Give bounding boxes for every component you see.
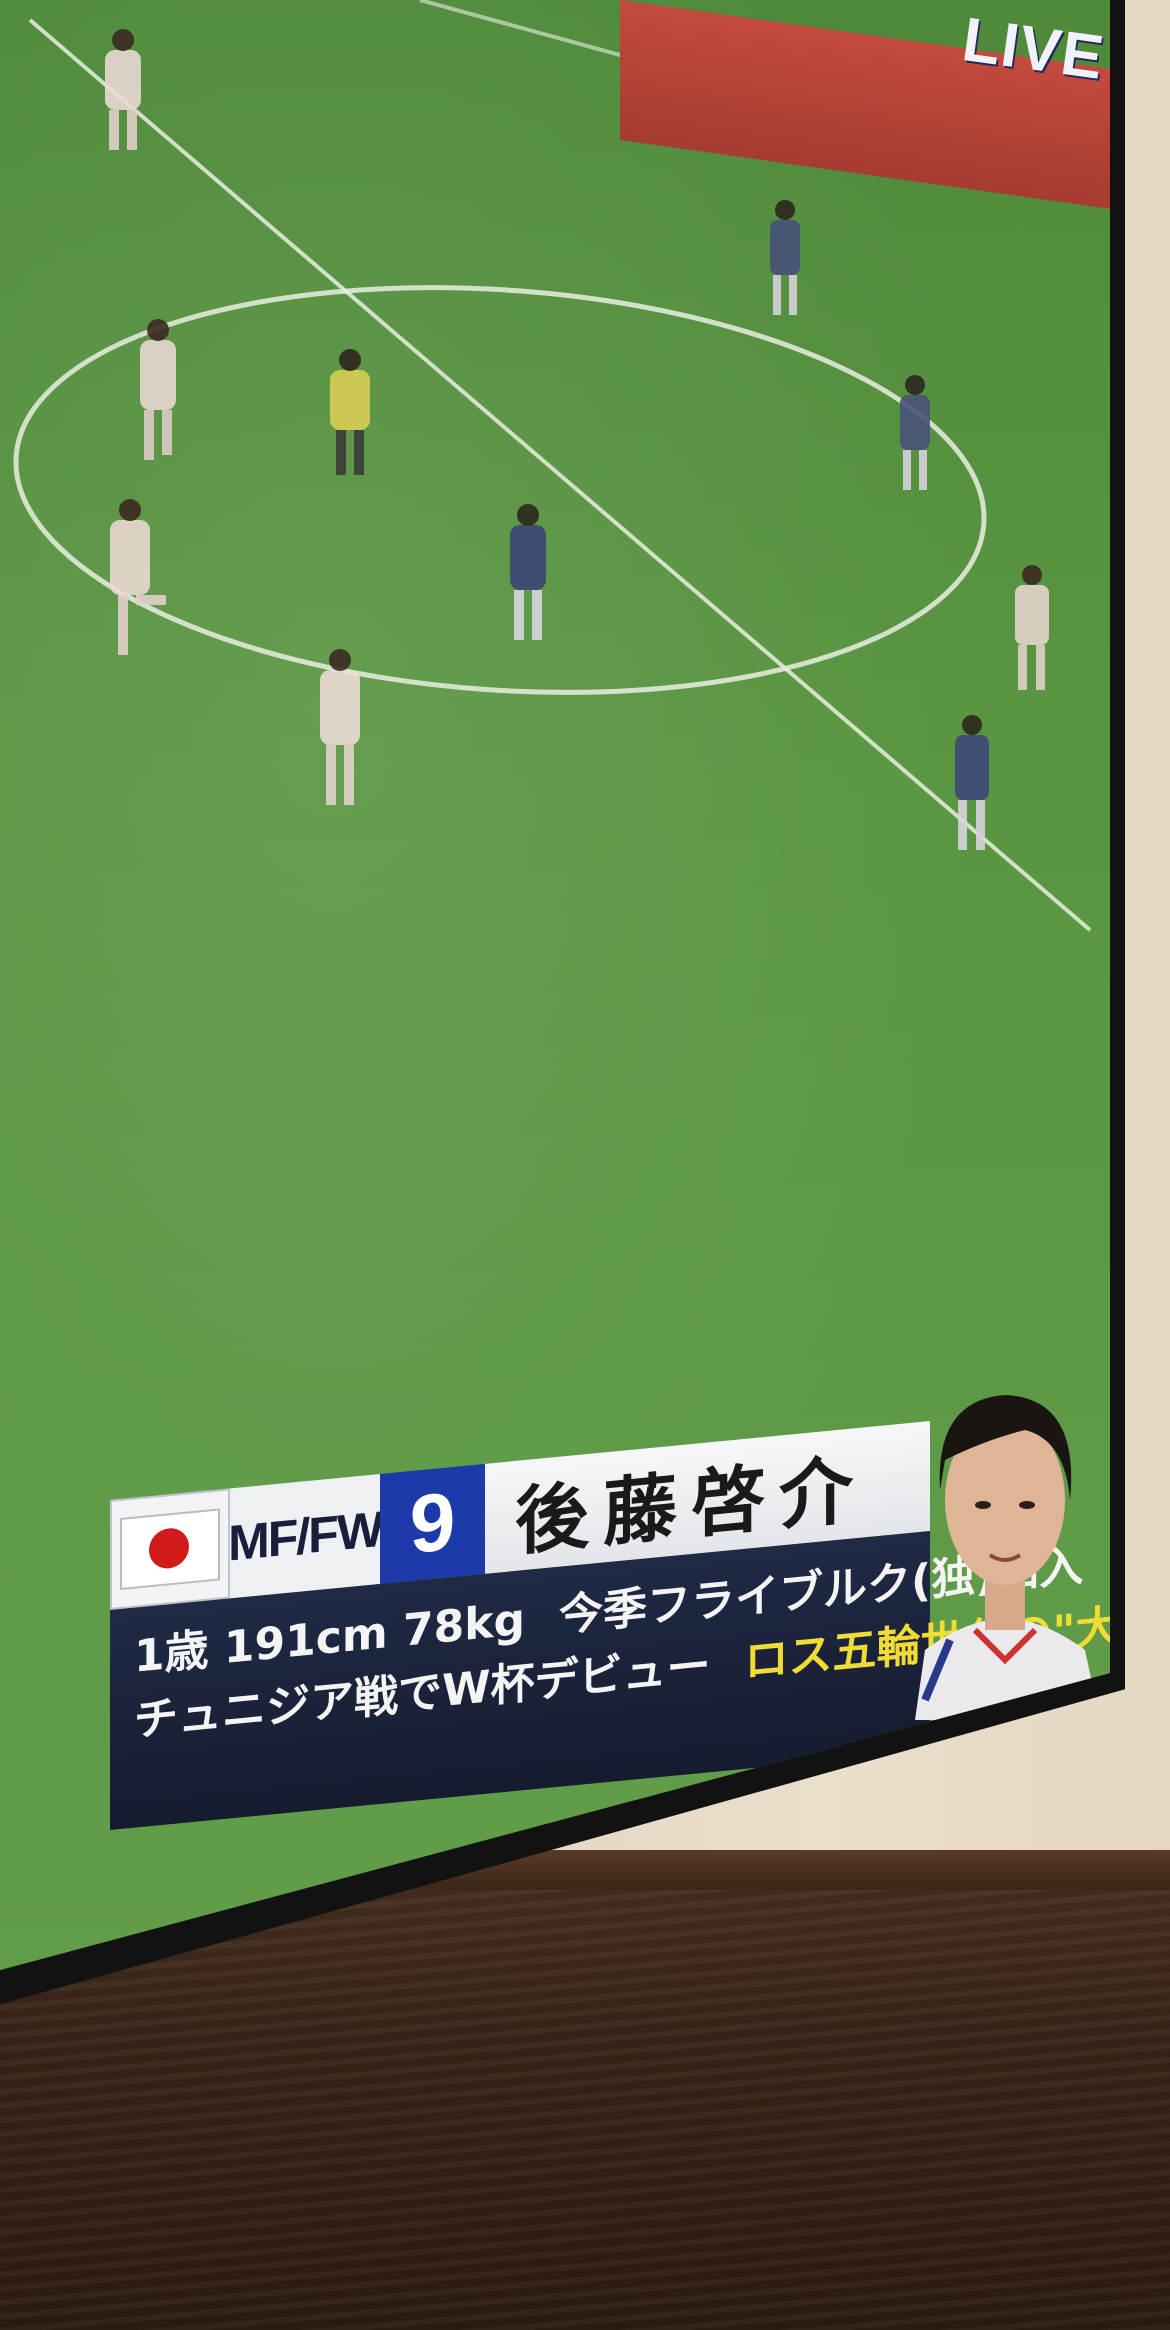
player: [510, 504, 546, 640]
flag-box: [110, 1488, 230, 1610]
player: [320, 649, 360, 805]
player-lower-third: MF/FW 9 後藤啓介 1歳 191cm 78kg 今季フライブルク(独)加入 …: [110, 1331, 1110, 1850]
tv-screen: LIVE MF/FW 9 後藤啓介 1歳 191cm 78kg 今季フライブルク(…: [0, 0, 1110, 1971]
player: [330, 349, 370, 475]
player: [140, 319, 176, 460]
player: [900, 375, 930, 490]
player-number: 9: [380, 1463, 485, 1585]
player: [105, 29, 141, 150]
player: [770, 200, 800, 315]
television-frame: LIVE MF/FW 9 後藤啓介 1歳 191cm 78kg 今季フライブルク(…: [0, 0, 1125, 2010]
player: [1015, 565, 1049, 690]
player-portrait: [915, 1395, 1100, 1720]
japan-flag-icon: [120, 1508, 220, 1591]
player-position: MF/FW: [228, 1474, 382, 1599]
player: [110, 499, 166, 655]
